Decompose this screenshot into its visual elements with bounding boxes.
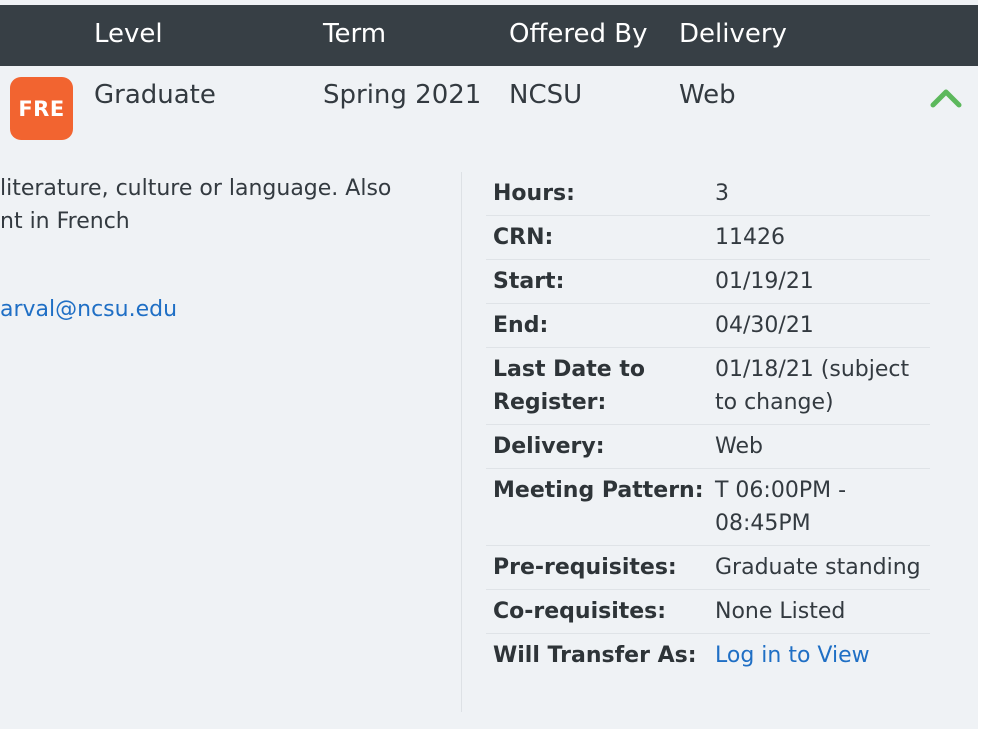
detail-row-delivery: Delivery: Web [486, 425, 930, 469]
detail-row-last-date: Last Date to Register: 01/18/21 (subject… [486, 348, 930, 425]
chevron-up-icon[interactable] [928, 86, 964, 110]
detail-value: Web [715, 434, 763, 459]
detail-label: Last Date to Register: [493, 357, 645, 415]
description-line: literature, culture or language. Also [0, 176, 392, 201]
detail-label: Co-requisites: [493, 599, 667, 624]
detail-row-start: Start: 01/19/21 [486, 260, 930, 304]
course-row[interactable]: FRE Graduate Spring 2021 NCSU Web [0, 66, 978, 146]
header-term: Term [323, 19, 387, 49]
detail-label: Pre-requisites: [493, 555, 677, 580]
detail-label: CRN: [493, 225, 554, 250]
detail-row-prerequisites: Pre-requisites: Graduate standing [486, 546, 930, 590]
course-details: Hours: 3 CRN: 11426 Start: 01/19/21 End:… [486, 172, 930, 677]
course-term: Spring 2021 [323, 80, 482, 110]
details-divider [461, 172, 462, 712]
header-delivery: Delivery [679, 19, 787, 49]
detail-label: Start: [493, 269, 565, 294]
detail-value: 01/19/21 [715, 269, 814, 294]
detail-row-corequisites: Co-requisites: None Listed [486, 590, 930, 634]
course-description: literature, culture or language. Also nt… [0, 172, 440, 238]
subject-badge: FRE [10, 77, 73, 140]
instructor-email-link[interactable]: arval@ncsu.edu [0, 297, 177, 322]
detail-label: Meeting Pattern: [493, 478, 704, 503]
header-offered-by: Offered By [509, 19, 648, 49]
detail-value: 11426 [715, 225, 785, 250]
detail-value: 01/18/21 (subject to change) [715, 357, 910, 415]
detail-label: Will Transfer As: [493, 643, 697, 668]
course-delivery: Web [679, 80, 736, 110]
detail-value: None Listed [715, 599, 846, 624]
detail-row-crn: CRN: 11426 [486, 216, 930, 260]
description-line: nt in French [0, 209, 130, 234]
detail-value: 3 [715, 181, 729, 206]
detail-row-hours: Hours: 3 [486, 172, 930, 216]
log-in-to-view-link[interactable]: Log in to View [708, 634, 930, 677]
detail-row-meeting-pattern: Meeting Pattern: T 06:00PM - 08:45PM [486, 469, 930, 546]
detail-value: Graduate standing [715, 555, 921, 580]
detail-label: Delivery: [493, 434, 605, 459]
detail-label: End: [493, 313, 549, 338]
right-edge-strip [978, 0, 1006, 729]
header-level: Level [94, 19, 163, 49]
table-header: Level Term Offered By Delivery [0, 5, 978, 66]
course-offered-by: NCSU [509, 80, 583, 110]
course-level: Graduate [94, 80, 216, 110]
detail-label: Hours: [493, 181, 575, 206]
detail-row-end: End: 04/30/21 [486, 304, 930, 348]
detail-row-transfer: Will Transfer As: Log in to View [486, 634, 930, 677]
detail-value: 04/30/21 [715, 313, 814, 338]
detail-value: T 06:00PM - 08:45PM [715, 478, 847, 536]
